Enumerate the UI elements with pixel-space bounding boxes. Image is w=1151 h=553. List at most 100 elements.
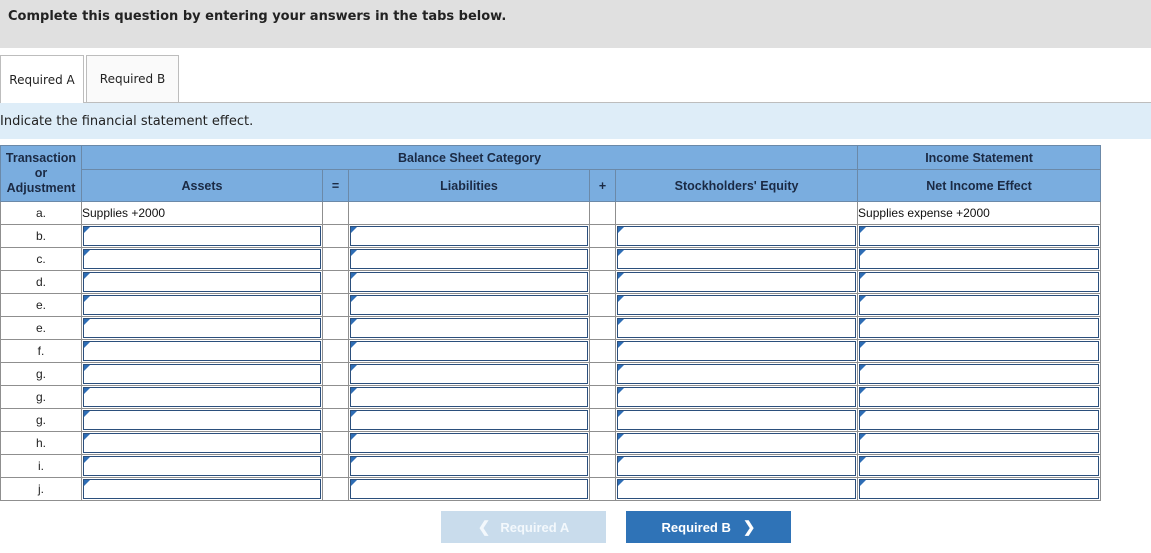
- net-income-dropdown[interactable]: [859, 318, 1100, 338]
- liabilities-dropdown[interactable]: [350, 295, 588, 315]
- assets-dropdown[interactable]: [83, 479, 321, 499]
- assets-dropdown[interactable]: [83, 295, 321, 315]
- net-income-dropdown[interactable]: [859, 226, 1100, 246]
- net-income-cell: [857, 477, 1102, 501]
- equity-dropdown[interactable]: [617, 318, 857, 338]
- assets-dropdown[interactable]: [83, 341, 321, 361]
- net-income-cell: [857, 224, 1102, 248]
- equity-cell: [614, 270, 859, 294]
- journal-effect-table: Transaction or Adjustment Balance Sheet …: [0, 145, 1102, 501]
- prompt-bar: Indicate the financial statement effect.: [0, 103, 1151, 139]
- equity-dropdown[interactable]: [617, 410, 857, 430]
- equity-dropdown[interactable]: [617, 272, 857, 292]
- net-income-cell: [857, 270, 1102, 294]
- liabilities-dropdown[interactable]: [350, 433, 588, 453]
- assets-dropdown[interactable]: [83, 456, 321, 476]
- liabilities-cell: [348, 454, 590, 478]
- net-income-dropdown[interactable]: [859, 364, 1100, 384]
- plus-cell: [589, 293, 616, 317]
- plus-header: +: [589, 169, 616, 202]
- equity-dropdown[interactable]: [617, 433, 857, 453]
- assets-dropdown[interactable]: [83, 433, 321, 453]
- row-label: f.: [0, 339, 82, 363]
- equals-header: =: [322, 169, 349, 202]
- plus-cell: [589, 339, 616, 363]
- liabilities-dropdown[interactable]: [350, 341, 588, 361]
- net-income-dropdown[interactable]: [859, 341, 1100, 361]
- net-income-effect-header: Net Income Effect: [857, 169, 1102, 202]
- assets-cell: [81, 293, 323, 317]
- stockholders-equity-header: Stockholders' Equity: [614, 169, 859, 202]
- net-income-dropdown[interactable]: [859, 387, 1100, 407]
- table-row: e.: [0, 316, 1102, 340]
- row-label: d.: [0, 270, 82, 294]
- table-row: h.: [0, 431, 1102, 455]
- net-income-dropdown[interactable]: [859, 295, 1100, 315]
- equity-dropdown[interactable]: [617, 249, 857, 269]
- table-row: f.: [0, 339, 1102, 363]
- liabilities-cell: [348, 316, 590, 340]
- net-income-dropdown[interactable]: [859, 249, 1100, 269]
- table-row: g.: [0, 385, 1102, 409]
- transaction-header-line3: Adjustment: [6, 181, 76, 195]
- liabilities-dropdown[interactable]: [350, 410, 588, 430]
- net-income-cell: [857, 431, 1102, 455]
- next-required-b-button[interactable]: Required B ❯: [626, 511, 791, 543]
- liabilities-cell: [348, 339, 590, 363]
- equity-dropdown[interactable]: [617, 364, 857, 384]
- net-income-dropdown[interactable]: [859, 479, 1100, 499]
- row-label: g.: [0, 408, 82, 432]
- liabilities-dropdown[interactable]: [350, 249, 588, 269]
- liabilities-dropdown[interactable]: [350, 364, 588, 384]
- tab-required-b[interactable]: Required B: [86, 55, 179, 102]
- equals-cell: [322, 385, 349, 409]
- assets-dropdown[interactable]: [83, 226, 321, 246]
- tab-required-a[interactable]: Required A: [0, 55, 84, 103]
- equity-dropdown[interactable]: [617, 226, 857, 246]
- assets-dropdown[interactable]: [83, 318, 321, 338]
- instruction-text: Complete this question by entering your …: [8, 9, 507, 24]
- assets-dropdown[interactable]: [83, 387, 321, 407]
- liabilities-dropdown[interactable]: [350, 456, 588, 476]
- plus-cell: [589, 362, 616, 386]
- balance-sheet-category-header: Balance Sheet Category: [80, 145, 859, 170]
- equals-cell: [322, 316, 349, 340]
- liabilities-cell: [348, 201, 590, 225]
- net-income-cell: [857, 408, 1102, 432]
- liabilities-cell: [348, 477, 590, 501]
- assets-cell: [81, 247, 323, 271]
- row-label: h.: [0, 431, 82, 455]
- net-income-dropdown[interactable]: [859, 456, 1100, 476]
- equity-dropdown[interactable]: [617, 295, 857, 315]
- net-income-dropdown[interactable]: [859, 433, 1100, 453]
- net-income-cell: [857, 362, 1102, 386]
- row-label: c.: [0, 247, 82, 271]
- plus-cell: [589, 477, 616, 501]
- liabilities-dropdown[interactable]: [350, 479, 588, 499]
- equals-cell: [322, 339, 349, 363]
- net-income-dropdown[interactable]: [859, 272, 1100, 292]
- transaction-header-line1: Transaction: [5, 151, 77, 165]
- assets-dropdown[interactable]: [83, 272, 321, 292]
- equity-dropdown[interactable]: [617, 341, 857, 361]
- row-label: a.: [0, 201, 82, 225]
- equals-cell: [322, 477, 349, 501]
- net-income-cell: [857, 293, 1102, 317]
- equity-dropdown[interactable]: [617, 479, 857, 499]
- transaction-header: Transaction or Adjustment: [0, 145, 82, 202]
- assets-dropdown[interactable]: [83, 249, 321, 269]
- plus-cell: [589, 454, 616, 478]
- assets-dropdown[interactable]: [83, 410, 321, 430]
- liabilities-dropdown[interactable]: [350, 387, 588, 407]
- row-label: g.: [0, 385, 82, 409]
- assets-cell: [81, 431, 323, 455]
- liabilities-dropdown[interactable]: [350, 226, 588, 246]
- liabilities-dropdown[interactable]: [350, 272, 588, 292]
- net-income-dropdown[interactable]: [859, 410, 1100, 430]
- equity-dropdown[interactable]: [617, 456, 857, 476]
- equity-dropdown[interactable]: [617, 387, 857, 407]
- assets-cell: [81, 477, 323, 501]
- liabilities-dropdown[interactable]: [350, 318, 588, 338]
- prev-required-a-button[interactable]: ❮ Required A: [441, 511, 606, 543]
- assets-dropdown[interactable]: [83, 364, 321, 384]
